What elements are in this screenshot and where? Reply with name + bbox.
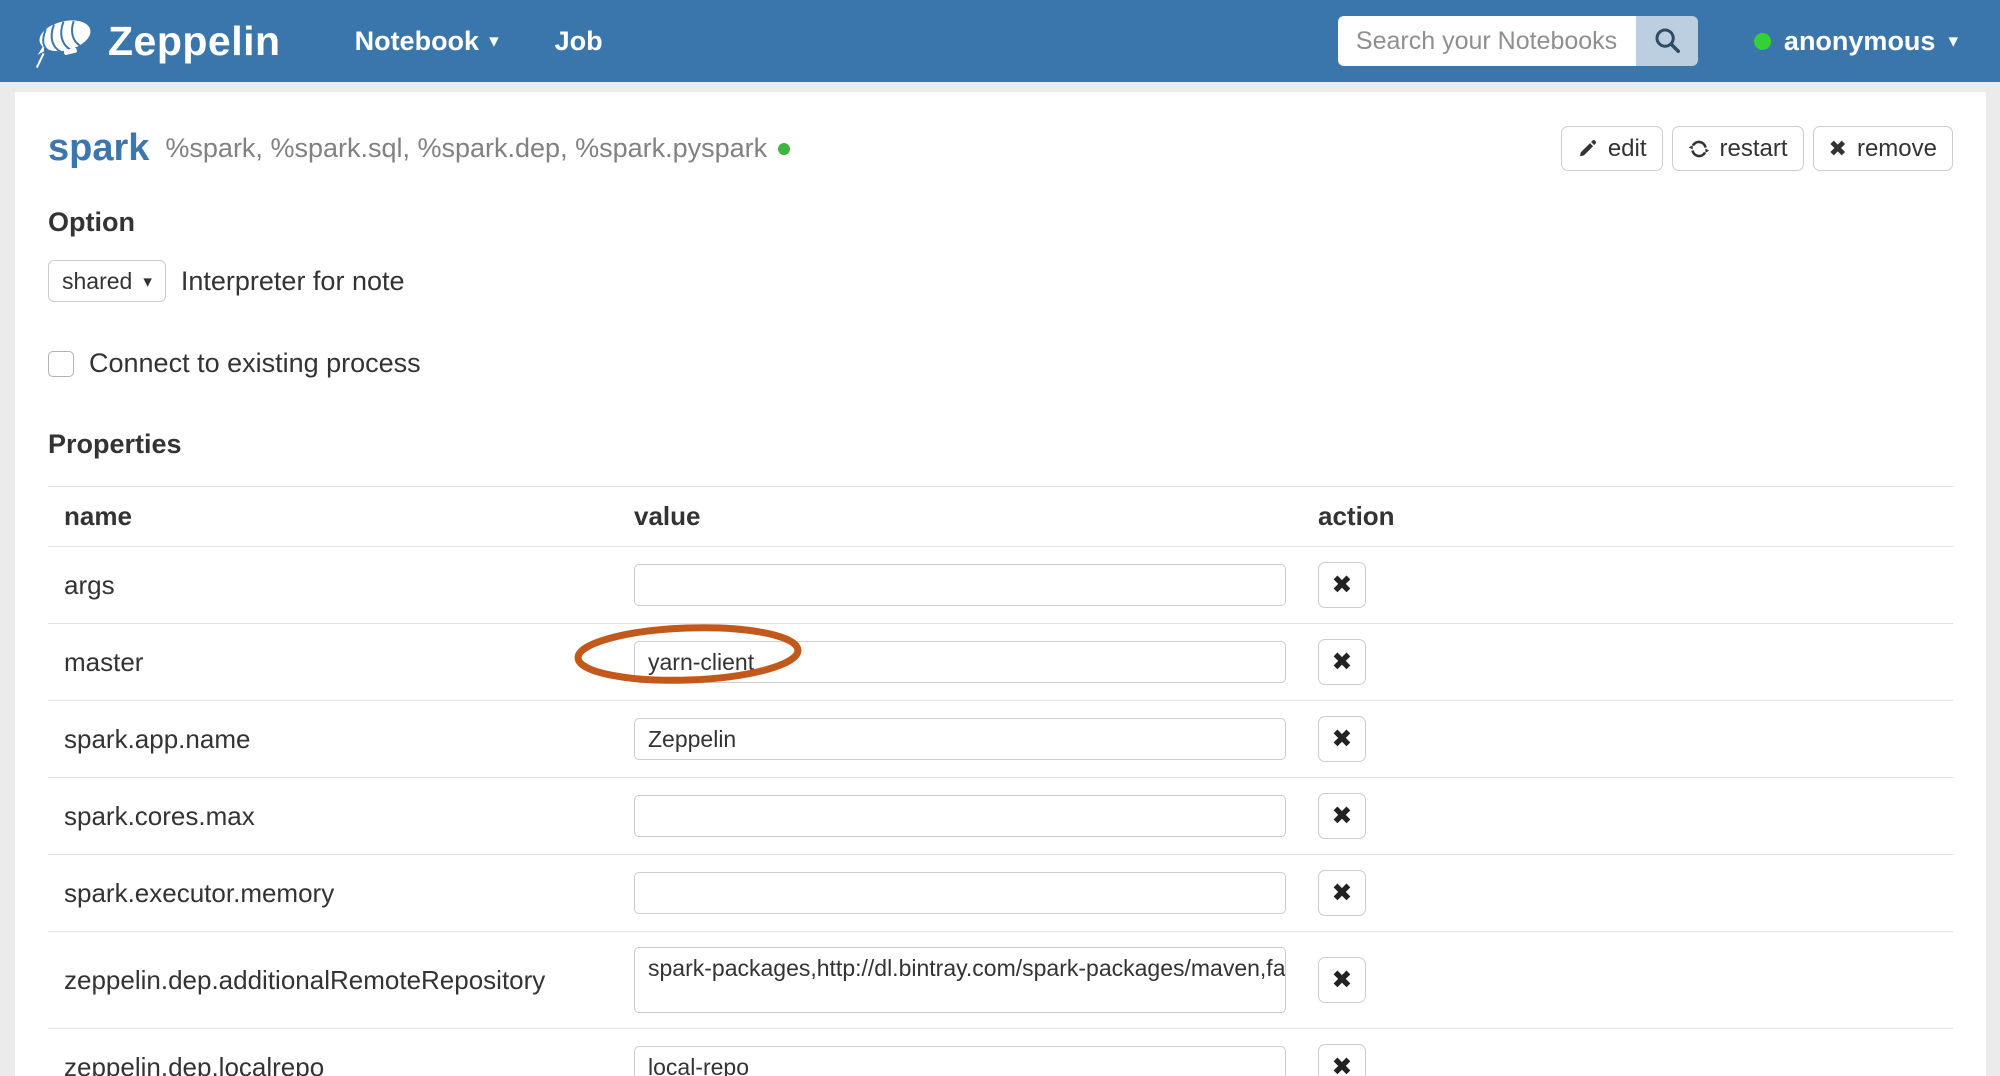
property-name: spark.cores.max (48, 777, 618, 855)
properties-table: name value action args ✖ master ✖ (48, 486, 1953, 1076)
main-nav: Notebook ▾ Job (327, 0, 631, 82)
delete-property-button[interactable]: ✖ (1318, 793, 1366, 839)
pencil-icon (1577, 138, 1598, 159)
user-status-icon (1753, 32, 1771, 50)
delete-property-button[interactable]: ✖ (1318, 870, 1366, 916)
connect-existing-process-row: Connect to existing process (48, 348, 1953, 379)
remove-button[interactable]: ✖ remove (1812, 126, 1953, 171)
user-menu[interactable]: anonymous ▾ (1753, 25, 1958, 57)
search-button[interactable] (1635, 16, 1698, 66)
top-navbar: Zeppelin Notebook ▾ Job anonymous ▾ (0, 0, 2000, 82)
search-icon (1652, 25, 1682, 58)
property-name: spark.executor.memory (48, 854, 618, 932)
property-value-textarea[interactable]: spark-packages,http://dl.bintray.com/spa… (634, 947, 1286, 1013)
interpreter-settings-card: spark %spark, %spark.sql, %spark.dep, %s… (15, 92, 1986, 1076)
property-name: zeppelin.dep.additionalRemoteRepository (48, 931, 618, 1029)
interpreter-scope-row: shared ▾ Interpreter for note (48, 260, 1953, 302)
close-icon: ✖ (1331, 648, 1353, 676)
property-value-input[interactable] (634, 718, 1286, 760)
close-icon: ✖ (1331, 725, 1353, 753)
zeppelin-logo-icon (26, 10, 102, 73)
delete-property-button[interactable]: ✖ (1318, 562, 1366, 608)
column-header-value: value (618, 486, 1302, 547)
nav-item-job-label: Job (554, 25, 603, 56)
column-header-action: action (1302, 486, 1953, 547)
delete-property-button[interactable]: ✖ (1318, 716, 1366, 762)
close-icon: ✖ (1331, 879, 1353, 907)
brand-title: Zeppelin (108, 17, 281, 64)
restart-button[interactable]: restart (1671, 126, 1804, 171)
property-value-input[interactable] (634, 872, 1286, 914)
property-value-input[interactable] (634, 795, 1286, 837)
interpreter-actions: edit restart ✖ remove (1560, 126, 1953, 171)
close-icon: ✖ (1828, 135, 1847, 161)
remove-button-label: remove (1856, 134, 1937, 162)
delete-property-button[interactable]: ✖ (1318, 1044, 1366, 1076)
property-value-input[interactable] (634, 641, 1286, 683)
property-value-input[interactable] (634, 564, 1286, 606)
delete-property-button[interactable]: ✖ (1318, 957, 1366, 1003)
zeppelin-brand[interactable]: Zeppelin (26, 10, 281, 73)
delete-property-button[interactable]: ✖ (1318, 639, 1366, 685)
option-heading: Option (48, 207, 135, 237)
user-name: anonymous (1783, 25, 1936, 56)
chevron-down-icon: ▾ (1948, 30, 1958, 52)
property-name: args (48, 546, 618, 624)
connect-existing-process-checkbox[interactable] (48, 350, 74, 377)
property-name: spark.app.name (48, 700, 618, 778)
close-icon: ✖ (1331, 1053, 1353, 1076)
nav-item-notebook-label: Notebook (354, 25, 480, 56)
edit-button-label: edit (1607, 134, 1647, 162)
refresh-icon (1688, 138, 1710, 160)
notebook-search (1337, 16, 1698, 66)
close-icon: ✖ (1331, 802, 1353, 830)
scope-label: Interpreter for note (180, 265, 405, 296)
scope-dropdown[interactable]: shared ▾ (48, 260, 166, 302)
column-header-name: name (48, 486, 618, 547)
properties-header-row: name value action (48, 486, 1953, 547)
connect-existing-process-label: Connect to existing process (89, 348, 421, 378)
interpreter-header: spark %spark, %spark.sql, %spark.dep, %s… (48, 126, 1953, 171)
close-icon: ✖ (1331, 966, 1353, 994)
chevron-down-icon: ▾ (143, 271, 152, 291)
edit-button[interactable]: edit (1560, 126, 1663, 171)
table-row-spark-cores-max: spark.cores.max ✖ (48, 777, 1953, 855)
nav-item-job[interactable]: Job (527, 0, 631, 82)
interpreter-title-group: spark %spark, %spark.sql, %spark.dep, %s… (48, 127, 791, 170)
restart-button-label: restart (1719, 134, 1788, 162)
nav-item-notebook[interactable]: Notebook ▾ (327, 0, 527, 82)
interpreter-bindings: %spark, %spark.sql, %spark.dep, %spark.p… (165, 133, 768, 163)
table-row-args: args ✖ (48, 546, 1953, 624)
scope-dropdown-value: shared (62, 267, 133, 294)
table-row-zeppelin-dep-additionalRemoteRepository: zeppelin.dep.additionalRemoteRepository … (48, 931, 1953, 1029)
chevron-down-icon: ▾ (489, 30, 499, 52)
table-row-spark-executor-memory: spark.executor.memory ✖ (48, 854, 1953, 932)
interpreter-name: spark (48, 127, 150, 169)
table-row-master: master ✖ (48, 623, 1953, 701)
table-row-spark-app-name: spark.app.name ✖ (48, 700, 1953, 778)
property-value-input[interactable] (634, 1046, 1286, 1076)
interpreter-status-icon (778, 142, 791, 155)
table-row-zeppelin-dep-localrepo: zeppelin.dep.localrepo ✖ (48, 1028, 1953, 1076)
search-input[interactable] (1337, 16, 1636, 66)
property-name: zeppelin.dep.localrepo (48, 1028, 618, 1076)
properties-heading: Properties (48, 429, 182, 459)
property-name: master (48, 623, 618, 701)
close-icon: ✖ (1331, 571, 1353, 599)
